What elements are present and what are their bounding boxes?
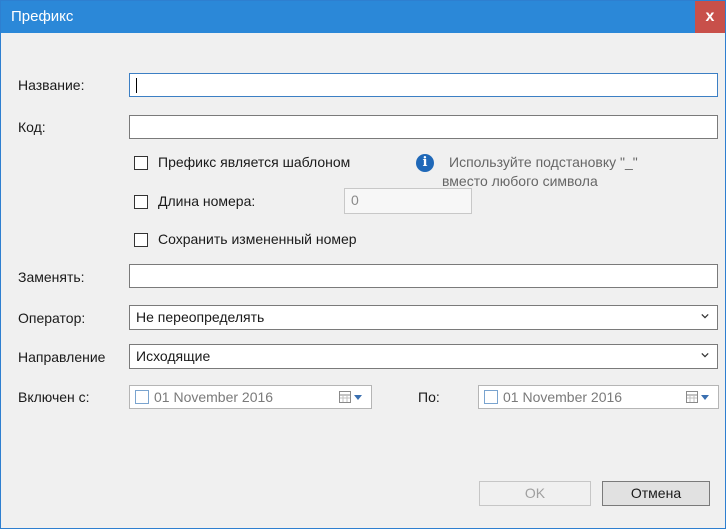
length-input[interactable]: 0 bbox=[344, 188, 472, 214]
replace-input[interactable] bbox=[129, 264, 718, 288]
calendar-icon[interactable] bbox=[339, 391, 363, 403]
title-bar[interactable]: Префикс x bbox=[1, 1, 725, 33]
template-checkbox[interactable] bbox=[134, 156, 148, 170]
length-checkbox[interactable] bbox=[134, 195, 148, 209]
chevron-down-icon bbox=[701, 352, 709, 358]
length-checkbox-label: Длина номера: bbox=[158, 193, 256, 209]
to-label: По: bbox=[418, 389, 440, 405]
text-caret bbox=[136, 78, 137, 93]
replace-label: Заменять: bbox=[18, 269, 85, 285]
operator-select[interactable]: Не переопределять bbox=[129, 305, 718, 330]
enabled-from-datepicker[interactable]: 01 November 2016 bbox=[129, 385, 372, 409]
keep-changed-checkbox[interactable] bbox=[134, 233, 148, 247]
calendar-icon[interactable] bbox=[686, 391, 710, 403]
name-input[interactable] bbox=[129, 73, 718, 97]
enabled-from-label: Включен с: bbox=[18, 389, 90, 405]
info-icon: i bbox=[416, 154, 434, 172]
enabled-from-value: 01 November 2016 bbox=[154, 389, 274, 405]
direction-select[interactable]: Исходящие bbox=[129, 344, 718, 369]
code-input[interactable] bbox=[129, 115, 718, 139]
code-label: Код: bbox=[18, 119, 46, 135]
keep-changed-label: Сохранить измененный номер bbox=[158, 231, 357, 247]
close-button[interactable]: x bbox=[695, 1, 725, 33]
window-title: Префикс bbox=[11, 8, 74, 25]
prefix-dialog: Префикс x Название: Код: Префикс являетс… bbox=[0, 0, 726, 529]
chevron-down-icon bbox=[701, 313, 709, 319]
direction-value: Исходящие bbox=[136, 348, 211, 364]
to-checkbox[interactable] bbox=[484, 390, 498, 404]
close-icon: x bbox=[705, 8, 715, 25]
direction-label: Направление bbox=[18, 349, 106, 365]
template-checkbox-label: Префикс является шаблоном bbox=[158, 154, 351, 170]
ok-button[interactable]: OK bbox=[479, 481, 591, 506]
operator-label: Оператор: bbox=[18, 310, 86, 326]
to-value: 01 November 2016 bbox=[503, 389, 623, 405]
enabled-from-checkbox[interactable] bbox=[135, 390, 149, 404]
operator-value: Не переопределять bbox=[136, 309, 265, 325]
to-datepicker[interactable]: 01 November 2016 bbox=[478, 385, 719, 409]
cancel-button[interactable]: Отмена bbox=[602, 481, 710, 506]
name-label: Название: bbox=[18, 77, 85, 93]
template-hint-line1: Используйте подстановку "_" bbox=[449, 154, 638, 170]
